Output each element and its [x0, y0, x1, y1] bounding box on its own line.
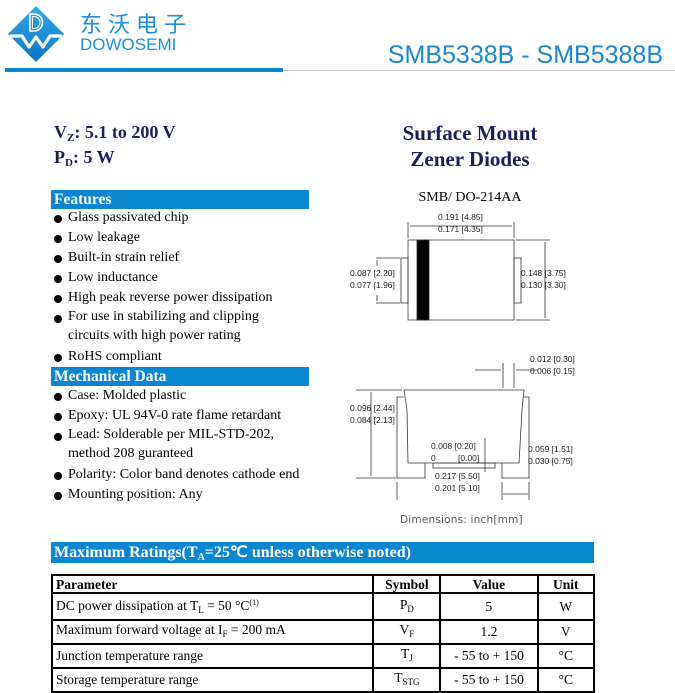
package-outline-drawing: 0.191 [4.85] 0.171 [4.35] 0.087 [2.20] 0…: [350, 212, 575, 500]
mechanical-data-list: Case: Molded plastic Epoxy: UL 94V-0 rat…: [54, 386, 299, 505]
feature-item: Built-in strain relief: [54, 248, 288, 268]
feature-item: Glass passivated chip: [54, 208, 288, 228]
dim-lead-len-max: 0.059 [1.51]: [528, 444, 573, 454]
top-view-lead-right: [513, 257, 522, 304]
table-row: Storage temperature range TSTG - 55 to +…: [50, 667, 595, 693]
mechanical-data-heading: Mechanical Data: [51, 367, 309, 386]
features-list: Glass passivated chip Low leakage Built-…: [54, 208, 288, 367]
product-type-line1: Surface Mount: [402, 121, 538, 145]
dowosemi-logo-icon: [8, 6, 64, 62]
dim-overall-min: 0.201 [5.10]: [435, 483, 480, 493]
zener-voltage-spec: VZ: 5.1 to 200 V: [54, 122, 176, 144]
maximum-ratings-heading: Maximum Ratings(TA=25℃ unless otherwise …: [51, 542, 594, 563]
param-cell: Maximum forward voltage at IF = 200 mA: [50, 619, 375, 645]
dim-body-min: 0.130 [3.30]: [521, 280, 566, 290]
dim-lead-thk-min: 0.006 [0.15]: [530, 366, 575, 376]
dim-overall-max: 0.217 [5.50]: [435, 471, 480, 481]
side-view-standoff: [432, 462, 496, 469]
dim-lead-thk-max: 0.012 [0.30]: [530, 354, 575, 364]
table-row: Maximum forward voltage at IF = 200 mA V…: [50, 619, 595, 645]
mechanical-item: Lead: Solderable per MIL-STD-202, method…: [54, 426, 298, 465]
header-unit: Unit: [536, 574, 595, 594]
dim-body-max: 0.148 [3.75]: [521, 268, 566, 278]
dim-width-max: 0.191 [4.85]: [438, 212, 483, 222]
header-value: Value: [439, 574, 539, 594]
symbol-cell: TJ: [372, 643, 442, 669]
dim-standoff-min-in: 0: [431, 453, 436, 463]
value-cell: - 55 to + 150: [439, 643, 539, 669]
unit-cell: V: [536, 619, 595, 645]
brand-name-english: DOWOSEMI: [80, 35, 177, 54]
power-dissipation-spec: PD: 5 W: [54, 147, 115, 169]
unit-cell: °C: [536, 667, 595, 693]
dim-width-min: 0.171 [4.35]: [438, 224, 483, 234]
dim-lead-len-min: 0.030 [0.75]: [528, 456, 573, 466]
feature-item: High peak reverse power dissipation: [54, 288, 288, 308]
features-heading: Features: [51, 190, 309, 209]
part-number-range: SMB5338B - SMB5388B: [387, 41, 663, 69]
symbol-cell: TSTG: [372, 667, 442, 693]
header-symbol: Symbol: [372, 574, 442, 594]
top-view-lead-left: [400, 257, 409, 304]
dim-standoff-min-mm: [0.00]: [458, 453, 479, 463]
symbol-cell: VF: [372, 619, 442, 645]
table-header-row: Parameter Symbol Value Unit: [50, 574, 595, 594]
feature-item: For use in stabilizing and clipping circ…: [54, 308, 288, 347]
maximum-ratings-table: Parameter Symbol Value Unit DC power dis…: [50, 574, 595, 693]
table-row: DC power dissipation at TL = 50 °C(1) PD…: [50, 592, 595, 621]
value-cell: 1.2: [439, 619, 539, 645]
product-type-line2: Zener Diodes: [410, 147, 530, 171]
dim-height-min: 0.084 [2.13]: [350, 415, 395, 425]
symbol-cell: PD: [372, 592, 442, 621]
mechanical-item: Epoxy: UL 94V-0 rate flame retardant: [54, 406, 299, 426]
dim-standoff-max: 0.008 [0.20]: [431, 441, 476, 451]
dim-height-max: 0.096 [2.44]: [350, 403, 395, 413]
value-cell: 5: [439, 592, 539, 621]
header-parameter: Parameter: [50, 574, 375, 594]
mechanical-item: Mounting position: Any: [54, 485, 299, 505]
mechanical-item: Case: Molded plastic: [54, 386, 299, 406]
feature-item: RoHS compliant: [54, 347, 288, 367]
table-row: Junction temperature range TJ - 55 to + …: [50, 643, 595, 669]
dim-lead-min: 0.077 [1.96]: [350, 280, 395, 290]
param-cell: Storage temperature range: [50, 667, 375, 693]
param-cell: DC power dissipation at TL = 50 °C(1): [50, 592, 375, 621]
value-cell: - 55 to + 150: [439, 667, 539, 693]
header-accent-bar: [5, 68, 283, 72]
feature-item: Low inductance: [54, 268, 288, 288]
product-type-title: Surface Mount Zener Diodes: [345, 120, 595, 172]
cathode-band: [416, 239, 430, 321]
dim-lead-max: 0.087 [2.20]: [350, 268, 395, 278]
dimensions-note: Dimensions: inch[mm]: [400, 514, 523, 526]
unit-cell: °C: [536, 643, 595, 669]
feature-item: Low leakage: [54, 228, 288, 248]
param-cell: Junction temperature range: [50, 643, 375, 669]
mechanical-item: Polarity: Color band denotes cathode end: [54, 465, 299, 485]
unit-cell: W: [536, 592, 595, 621]
